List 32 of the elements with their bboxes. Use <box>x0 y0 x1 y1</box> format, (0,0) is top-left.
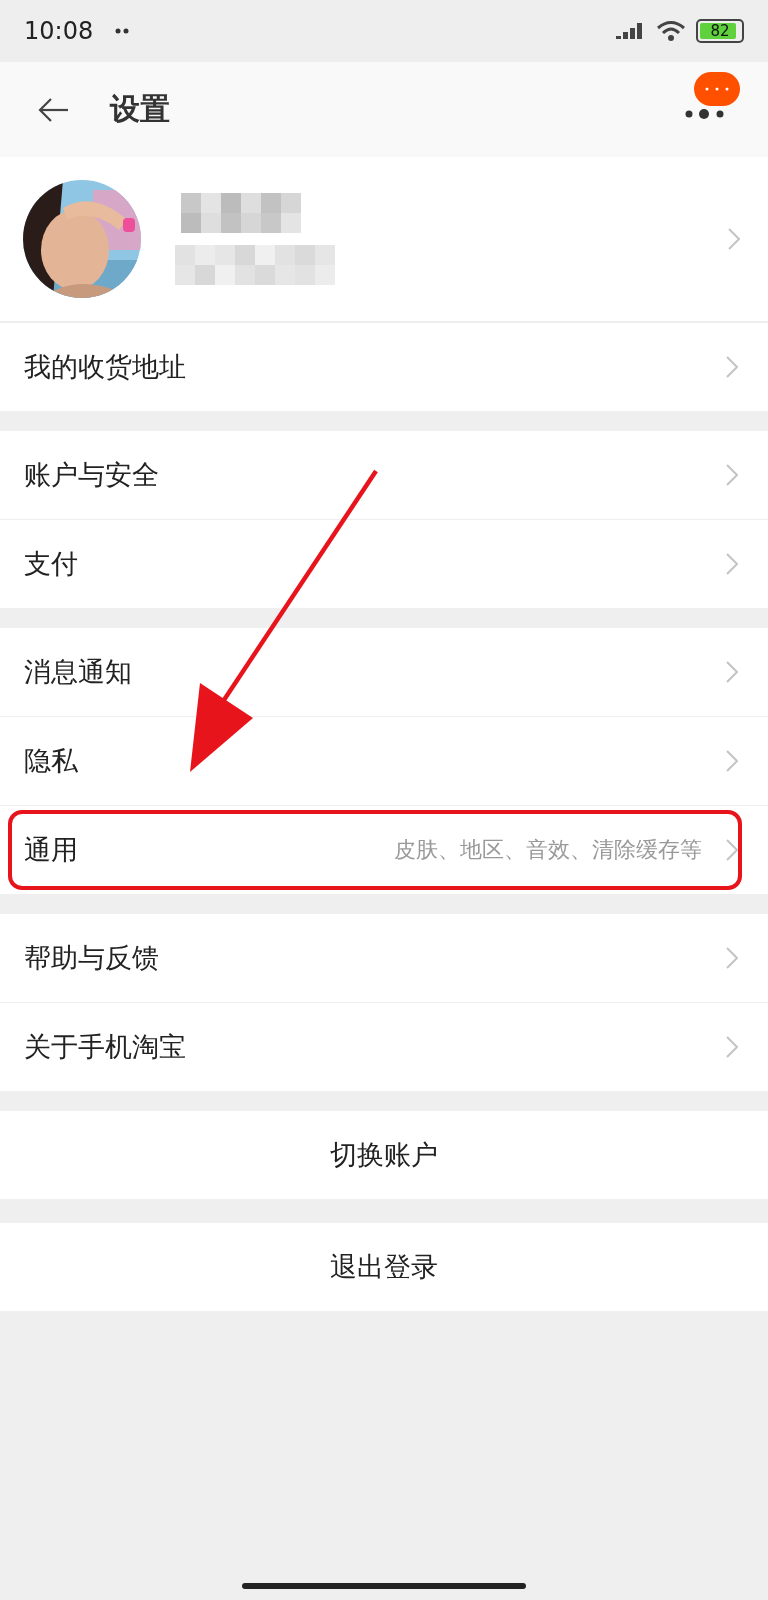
action-button[interactable]: 退出登录 <box>0 1223 768 1311</box>
chevron-icon <box>726 839 738 861</box>
row-label: 消息通知 <box>24 655 132 689</box>
chevron-icon <box>726 947 738 969</box>
chevron-icon <box>726 464 738 486</box>
row-label: 账户与安全 <box>24 458 159 492</box>
settings-row[interactable]: 账户与安全 <box>0 431 768 519</box>
page-title: 设置 <box>110 90 171 128</box>
settings-row[interactable]: 帮助与反馈 <box>0 914 768 1002</box>
notification-dots-icon <box>115 28 130 34</box>
back-arrow-icon[interactable] <box>38 96 70 123</box>
chevron-icon <box>726 553 738 575</box>
row-detail: 皮肤、地区、音效、清除缓存等 <box>394 836 702 864</box>
row-label: 帮助与反馈 <box>24 941 159 975</box>
battery-level: 82 <box>710 22 730 40</box>
row-label: 关于手机淘宝 <box>24 1030 186 1064</box>
settings-row[interactable]: 消息通知 <box>0 628 768 716</box>
settings-row[interactable]: 支付 <box>0 519 768 608</box>
settings-row[interactable]: 通用 皮肤、地区、音效、清除缓存等 <box>0 805 768 894</box>
chevron-icon <box>726 1036 738 1058</box>
row-label: 我的收货地址 <box>24 350 186 384</box>
row-label: 通用 <box>24 833 78 867</box>
action-button[interactable]: 切换账户 <box>0 1111 768 1199</box>
settings-row[interactable]: 关于手机淘宝 <box>0 1002 768 1091</box>
chevron-icon <box>726 750 738 772</box>
chevron-icon <box>728 228 740 250</box>
chevron-icon <box>726 661 738 683</box>
status-time: 10:08 <box>24 17 94 45</box>
wifi-icon <box>656 19 686 43</box>
row-label: 隐私 <box>24 744 78 778</box>
chevron-icon <box>726 356 738 378</box>
row-label: 支付 <box>24 547 78 581</box>
